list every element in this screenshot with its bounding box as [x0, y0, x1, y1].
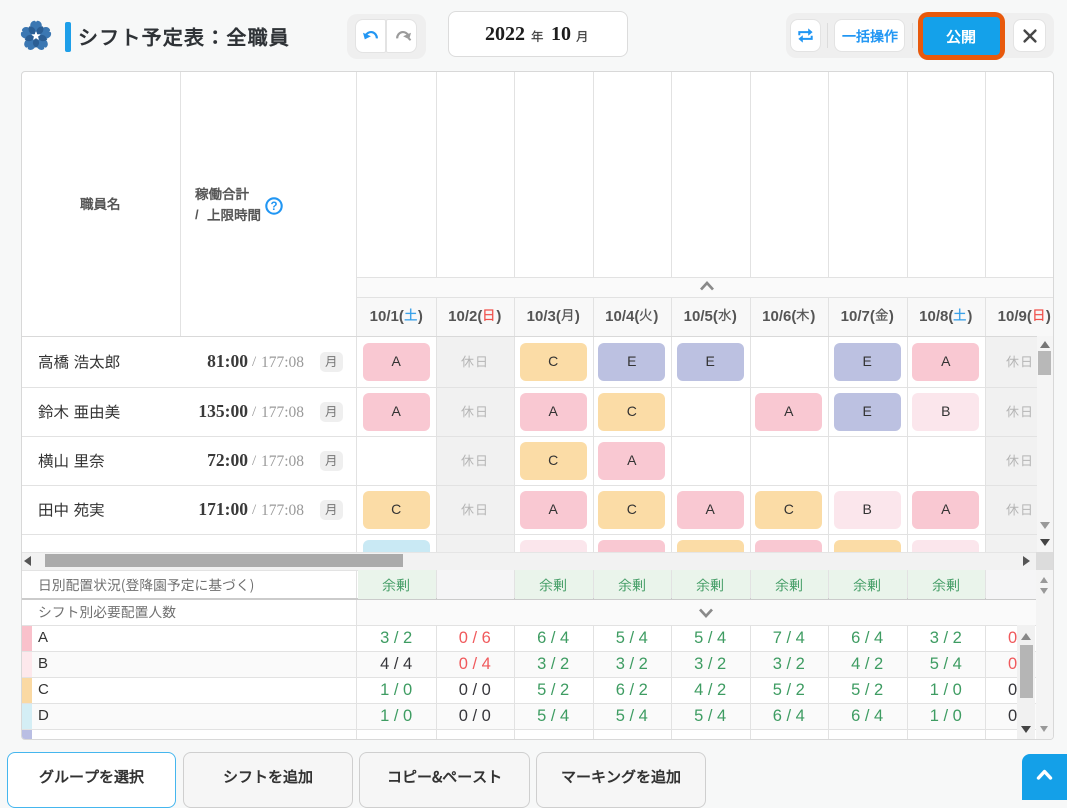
- svg-text:?: ?: [270, 201, 277, 213]
